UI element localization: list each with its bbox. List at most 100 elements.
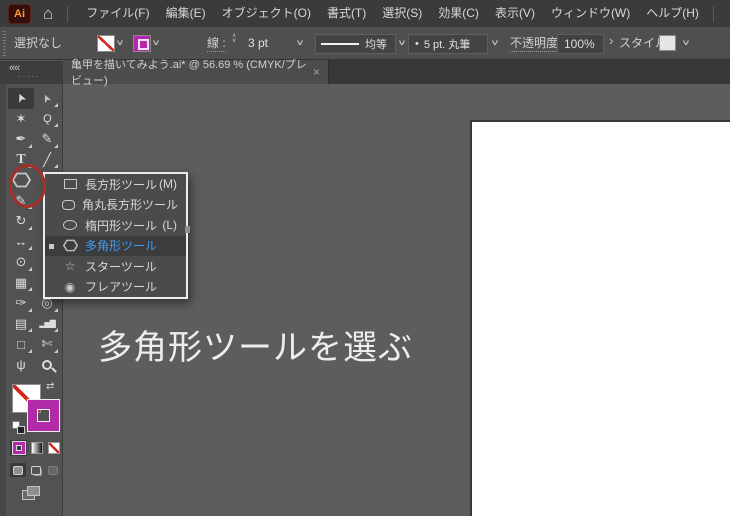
zoom-tool[interactable]	[34, 355, 60, 376]
line-icon: ╱	[43, 151, 51, 167]
gradient-button-icon	[30, 442, 43, 454]
draw-normal-mode-button[interactable]	[10, 463, 26, 477]
flyout-item-rounded-rectangle-tool[interactable]: 角丸長方形ツール	[45, 195, 186, 216]
width-tool[interactable]: ↔	[8, 232, 34, 253]
menu-select[interactable]: 選択(S)	[374, 0, 430, 27]
menu-divider	[712, 5, 714, 22]
direct-selection-tool[interactable]: ➤	[34, 88, 60, 109]
flyout-item-label: 多角形ツール	[85, 239, 158, 254]
menu-object[interactable]: オブジェクト(O)	[214, 0, 319, 27]
style-chevron-icon[interactable]: ∨	[681, 39, 690, 47]
screen-mode-button[interactable]	[22, 486, 42, 501]
fill-color-swatch[interactable]	[97, 35, 115, 52]
opacity-field[interactable]: 100%	[557, 34, 604, 54]
flyout-item-label: 楕円形ツール	[85, 218, 158, 233]
slice-icon: ✄	[41, 336, 53, 352]
tab-close-icon[interactable]: ×	[313, 65, 320, 79]
fill-dropdown-chevron-icon[interactable]: ∨	[115, 39, 124, 47]
menu-effect[interactable]: 効果(C)	[430, 0, 487, 27]
stroke-weight-chevron-icon[interactable]: ∨	[295, 39, 304, 47]
draw-behind-mode-button[interactable]	[28, 463, 44, 477]
annotation-circle	[9, 164, 46, 208]
stroke-profile-value: 均等	[365, 39, 387, 51]
color-button[interactable]	[10, 440, 27, 456]
app-logo-icon[interactable]: Ai	[8, 3, 31, 24]
artboard-tool[interactable]: □	[8, 334, 34, 355]
selection-tool-icon: ➤	[12, 90, 30, 106]
magic-wand-tool[interactable]: ✶	[8, 109, 34, 130]
selection-tool[interactable]: ➤	[8, 88, 34, 109]
gradient-button[interactable]	[28, 440, 45, 456]
toolbar-header: «« ·····	[0, 60, 63, 84]
hand-tool[interactable]: ψ	[8, 355, 34, 376]
stepper-down-icon[interactable]: ∨	[232, 38, 236, 44]
stroke-color-swatch[interactable]	[133, 35, 151, 52]
color-button-icon	[12, 442, 25, 454]
pen-icon: ✒	[15, 131, 27, 147]
flyout-item-label: フレアツール	[85, 280, 158, 295]
artboard[interactable]	[470, 120, 730, 516]
flyout-item-flare-tool[interactable]: ◉ フレアツール	[45, 277, 186, 298]
symbol-sprayer-icon: ▤	[14, 315, 28, 331]
brush-chevron-icon[interactable]: ∨	[490, 39, 499, 47]
brush-definition-dropdown[interactable]: • 5 pt. 丸筆	[408, 34, 488, 54]
hand-icon: ψ	[16, 357, 26, 373]
default-stroke-square	[17, 426, 25, 434]
toolbar-grip[interactable]: ·····	[18, 71, 40, 82]
lasso-tool[interactable]: Q	[34, 109, 60, 130]
none-button[interactable]	[45, 440, 62, 456]
stroke-weight-label[interactable]: 線 :	[207, 35, 226, 52]
style-swatch[interactable]	[659, 35, 676, 51]
graph-tool[interactable]: ▂▅▇	[34, 314, 60, 335]
swap-fill-stroke-icon[interactable]: ⇄	[46, 381, 54, 392]
none-button-icon	[47, 442, 60, 454]
shape-builder-icon: ⊙	[15, 254, 27, 270]
flyout-item-polygon-tool[interactable]: 多角形ツール	[45, 235, 186, 256]
profile-chevron-icon[interactable]: ∨	[397, 39, 406, 47]
menu-window[interactable]: ウィンドウ(W)	[543, 0, 638, 27]
screen-mode-icon	[27, 486, 40, 496]
zoom-icon	[42, 359, 52, 370]
flyout-item-rectangle-tool[interactable]: 長方形ツール (M)	[45, 174, 186, 195]
opacity-expand-arrow-icon[interactable]: ›	[609, 33, 613, 48]
draw-inside-mode-button[interactable]	[45, 463, 61, 477]
slice-tool[interactable]: ✄	[34, 334, 60, 355]
pen-tool[interactable]: ✒	[8, 129, 34, 150]
menu-edit[interactable]: 編集(E)	[158, 0, 214, 27]
rotate-tool[interactable]: ↻	[8, 211, 34, 232]
draw-normal-icon	[13, 465, 23, 475]
home-icon[interactable]: ⌂	[43, 5, 53, 22]
symbol-sprayer-tool[interactable]: ▤	[8, 314, 34, 335]
stroke-profile-dropdown[interactable]: 均等	[315, 34, 396, 54]
shape-builder-tool[interactable]: ⊙	[8, 252, 34, 273]
rectangle-tool-icon	[62, 179, 78, 190]
stroke-weight-stepper[interactable]: ∧ ∨	[232, 33, 236, 44]
stroke-weight-value[interactable]: 3 pt	[248, 27, 268, 59]
star-tool-icon: ☆	[64, 259, 76, 274]
menu-type[interactable]: 書式(T)	[319, 0, 374, 27]
flyout-item-label: 長方形ツール	[85, 177, 158, 192]
mesh-tool[interactable]: ▦	[8, 273, 34, 294]
flyout-item-star-tool[interactable]: ☆ スターツール	[45, 256, 186, 277]
graph-icon: ▂▅▇	[39, 319, 56, 329]
stroke-indicator[interactable]	[28, 400, 59, 431]
stroke-profile-preview	[321, 43, 359, 45]
shape-tools-flyout-menu: 長方形ツール (M) 角丸長方形ツール 楕円形ツール (L) 多角形ツール ☆ …	[43, 172, 190, 299]
menu-divider	[67, 5, 69, 22]
flyout-item-label: スターツール	[85, 259, 157, 274]
curvature-tool[interactable]: ✎	[34, 129, 60, 150]
document-tab[interactable]: 亀甲を描いてみよう.ai* @ 56.69 % (CMYK/プレビュー) ×	[63, 59, 329, 87]
panel-grip[interactable]	[3, 31, 6, 56]
menu-help[interactable]: ヘルプ(H)	[638, 0, 707, 27]
menu-view[interactable]: 表示(V)	[487, 0, 543, 27]
annotation-text: 多角形ツールを選ぶ	[98, 329, 413, 367]
menu-file[interactable]: ファイル(F)	[78, 0, 157, 27]
default-fill-stroke-icon[interactable]	[12, 421, 26, 435]
eyedropper-tool[interactable]: ✑	[8, 293, 34, 314]
current-tool-bullet	[49, 243, 54, 249]
menu-bar: Ai ⌂ ファイル(F) 編集(E) オブジェクト(O) 書式(T) 選択(S)…	[0, 0, 730, 27]
stroke-dropdown-chevron-icon[interactable]: ∨	[151, 39, 160, 47]
flyout-item-ellipse-tool[interactable]: 楕円形ツール (L)	[45, 215, 186, 236]
mesh-icon: ▦	[14, 274, 28, 290]
direct-selection-tool-icon: ➤	[40, 91, 55, 105]
